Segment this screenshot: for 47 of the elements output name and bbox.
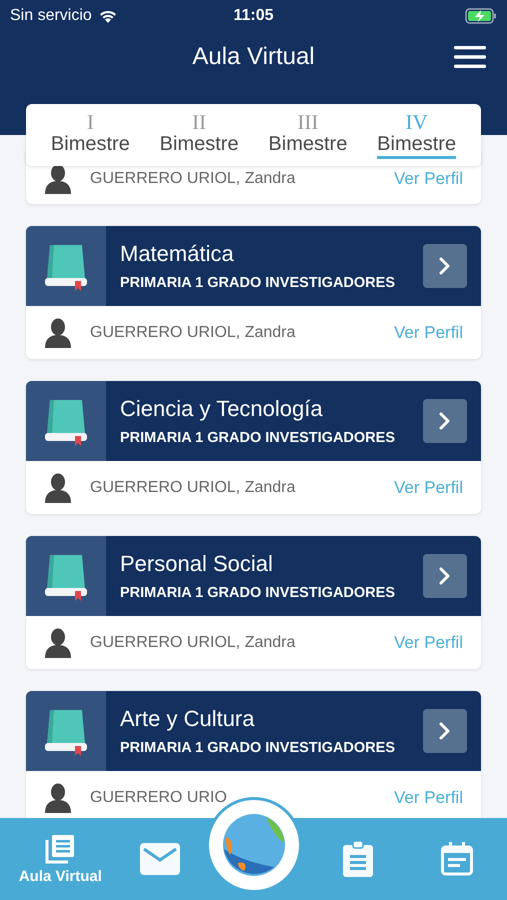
globe-icon [222, 813, 286, 877]
teacher-name: GUERRERO URIOL, Zandra [90, 324, 296, 342]
open-course-button[interactable] [423, 554, 467, 598]
person-icon [44, 318, 72, 348]
course-title: Matemática [120, 241, 235, 267]
nav-item[interactable]: Aula Virtual [12, 818, 108, 900]
view-profile-link[interactable]: Ver Perfil [394, 322, 463, 342]
teacher-name: GUERRERO URIOL, Zandra [90, 634, 296, 652]
term-tab[interactable]: III Bimestre [254, 104, 362, 166]
open-course-button[interactable] [423, 399, 467, 443]
chevron-right-icon [439, 412, 451, 430]
course-title: Arte y Cultura [120, 706, 256, 732]
course-grade: PRIMARIA 1 GRADO INVESTIGADORES [120, 740, 396, 756]
open-course-button[interactable] [423, 709, 467, 753]
documents-icon [44, 834, 76, 864]
term-tab[interactable]: II Bimestre [144, 104, 254, 166]
teacher-name: GUERRERO URIOL, Zandra [90, 170, 296, 188]
view-profile-link[interactable]: Ver Perfil [394, 478, 463, 498]
term-tab[interactable]: I Bimestre [36, 104, 145, 166]
chevron-right-icon [439, 567, 451, 585]
course-title: Ciencia y Tecnología [120, 396, 324, 422]
envelope-icon [140, 843, 180, 875]
view-profile-link[interactable]: Ver Perfil [394, 169, 463, 189]
view-profile-link[interactable]: Ver Perfil [394, 788, 463, 808]
person-icon [44, 164, 72, 194]
course-grade: PRIMARIA 1 GRADO INVESTIGADORES [120, 585, 396, 601]
carrier-text: Sin servicio [10, 7, 92, 25]
course-title: Personal Social [120, 551, 274, 577]
term-tab[interactable]: IV Bimestre [362, 104, 471, 166]
clock-text: 11:05 [233, 7, 274, 25]
person-icon [44, 472, 72, 502]
person-icon [44, 628, 72, 658]
view-profile-link[interactable]: Ver Perfil [394, 632, 463, 652]
teacher-name: GUERRERO URIO [90, 788, 228, 806]
battery-charging-icon [465, 8, 497, 24]
chevron-right-icon [439, 722, 451, 740]
chevron-right-icon [439, 257, 451, 275]
calendar-icon [440, 842, 473, 876]
clipboard-icon [342, 841, 373, 877]
page-title: Aula Virtual [192, 43, 315, 71]
course-grade: PRIMARIA 1 GRADO INVESTIGADORES [120, 430, 396, 446]
open-course-button[interactable] [423, 244, 467, 288]
teacher-name: GUERRERO URIOL, Zandra [90, 478, 296, 496]
wifi-icon [98, 8, 118, 24]
menu-icon[interactable] [454, 45, 486, 69]
course-grade: PRIMARIA 1 GRADO INVESTIGADORES [120, 275, 396, 291]
person-icon [44, 782, 72, 812]
